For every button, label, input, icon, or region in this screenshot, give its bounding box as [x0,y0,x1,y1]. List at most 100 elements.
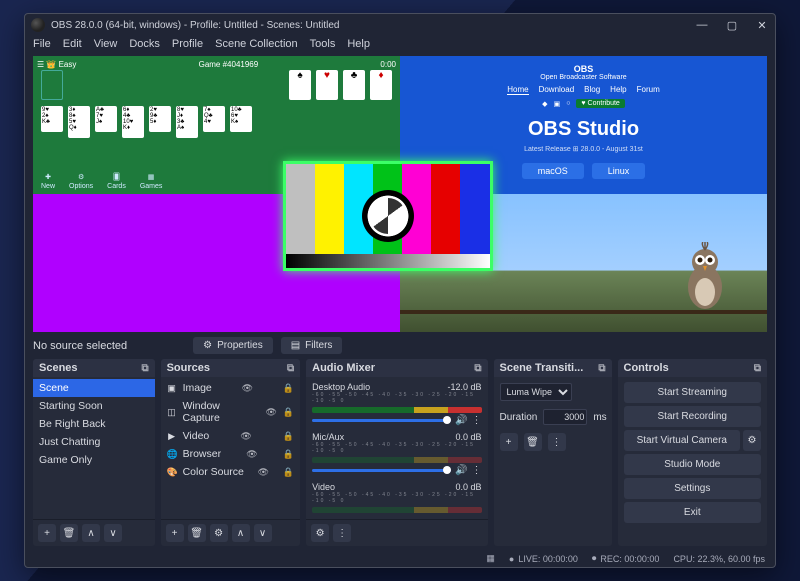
mixer-track: Mic/Aux0.0 dB -60 -55 -50 -45 -40 -35 -3… [306,429,487,479]
lock-icon[interactable]: 🔒 [283,431,294,442]
source-down-button[interactable]: ∨ [254,524,272,542]
scenes-title: Scenes [39,362,78,374]
sources-title: Sources [167,362,210,374]
filters-icon: ▤ [291,340,300,351]
controls-title: Controls [624,362,669,374]
menu-view[interactable]: View [94,38,118,50]
menu-file[interactable]: File [33,38,51,50]
properties-button[interactable]: ⚙Properties [193,337,273,354]
scene-item[interactable]: Starting Soon [33,397,155,415]
transitions-panel: Scene Transiti...⧉ Luma Wipe Durationms … [494,359,612,546]
audio-meter [312,507,481,513]
visibility-icon[interactable]: 👁 [265,407,276,418]
audio-meter [312,457,481,463]
source-item[interactable]: ◫Window Capture👁🔒 [161,397,301,427]
duration-input[interactable] [543,409,587,425]
gear-icon: ⚙ [203,340,212,351]
settings-button[interactable]: Settings [624,478,762,499]
status-bar: ▦ ● LIVE: 00:00:00 ⏺ REC: 00:00:00 CPU: … [25,550,775,567]
lock-icon[interactable]: 🔒 [283,407,294,418]
obs-app-icon [31,18,45,32]
track-menu-icon[interactable]: ⋮ [472,465,482,476]
popout-icon[interactable]: ⧉ [287,363,294,374]
mixer-track: Desktop Audio-12.0 dB -60 -55 -50 -45 -4… [306,379,487,429]
transition-select[interactable]: Luma Wipe [500,383,572,401]
popout-icon[interactable]: ⧉ [141,363,148,374]
menu-scene-collection[interactable]: Scene Collection [215,38,298,50]
delete-transition-button[interactable]: 🗑 [524,433,542,451]
menubar: File Edit View Docks Profile Scene Colle… [25,36,775,56]
window-title: OBS 28.0.0 (64-bit, windows) - Profile: … [51,20,339,31]
window-icon: ◫ [167,407,177,418]
mixer-settings-button[interactable]: ⚙ [311,524,329,542]
menu-profile[interactable]: Profile [172,38,203,50]
add-scene-button[interactable]: + [38,524,56,542]
visibility-icon[interactable]: 👁 [240,431,251,442]
source-up-button[interactable]: ∧ [232,524,250,542]
window-buttons: — ▢ ✕ [695,19,769,32]
menu-docks[interactable]: Docks [129,38,160,50]
minimize-button[interactable]: — [695,19,709,32]
status-rec: ⏺ REC: 00:00:00 [592,553,660,564]
obs-logo-icon [362,190,414,242]
volume-slider[interactable] [312,419,451,422]
delete-scene-button[interactable]: 🗑 [60,524,78,542]
add-source-button[interactable]: + [166,524,184,542]
lock-icon[interactable]: 🔒 [283,449,294,460]
start-streaming-button[interactable]: Start Streaming [624,382,762,403]
add-transition-button[interactable]: + [500,433,518,451]
source-item[interactable]: 🎨Color Source👁🔒 [161,463,301,481]
popout-icon[interactable]: ⧉ [474,363,481,374]
scene-item[interactable]: Be Right Back [33,415,155,433]
bird-illustration [675,242,735,312]
status-live: ● LIVE: 00:00:00 [509,554,578,564]
popout-icon[interactable]: ⧉ [598,363,605,374]
track-menu-icon[interactable]: ⋮ [472,415,482,426]
scene-item[interactable]: Game Only [33,451,155,469]
preview-color-bars [283,161,493,271]
close-button[interactable]: ✕ [755,19,769,32]
preview-canvas[interactable]: ☰ 👑 Easy Game #4041969 0:00 ♠ ♥ ♣ ♦ 9♥2♠… [33,56,767,332]
docks: Scenes ⧉ Scene Starting Soon Be Right Bac… [25,359,775,550]
source-item[interactable]: ▣Image👁🔒 [161,379,301,397]
maximize-button[interactable]: ▢ [725,19,739,32]
duration-label: Duration [500,412,538,423]
speaker-icon[interactable]: 🔊 [455,465,467,476]
visibility-icon[interactable]: 👁 [242,383,253,394]
start-recording-button[interactable]: Start Recording [624,406,762,427]
speaker-icon[interactable]: 🔊 [455,415,467,426]
filters-button[interactable]: ▤Filters [281,337,343,354]
sources-panel: Sources⧉ ▣Image👁🔒 ◫Window Capture👁🔒 ▶Vid… [161,359,301,546]
status-network-icon: ▦ [486,553,495,564]
no-source-label: No source selected [33,340,127,352]
palette-icon: 🎨 [167,467,177,478]
menu-edit[interactable]: Edit [63,38,82,50]
source-item[interactable]: ▶Video👁🔒 [161,427,301,445]
lock-icon[interactable]: 🔒 [283,383,294,394]
source-item[interactable]: 🌐Browser👁🔒 [161,445,301,463]
visibility-icon[interactable]: 👁 [258,467,269,478]
scene-down-button[interactable]: ∨ [104,524,122,542]
lock-icon[interactable]: 🔒 [283,467,294,478]
mixer-menu-button[interactable]: ⋮ [333,524,351,542]
studio-mode-button[interactable]: Studio Mode [624,454,762,475]
app-window: OBS 28.0.0 (64-bit, windows) - Profile: … [24,13,776,568]
scene-item[interactable]: Just Chatting [33,433,155,451]
visibility-icon[interactable]: 👁 [246,449,257,460]
controls-panel: Controls ⧉ Start Streaming Start Recordin… [618,359,768,546]
start-virtual-camera-button[interactable]: Start Virtual Camera [624,430,741,451]
virtual-camera-settings-button[interactable]: ⚙ [743,430,761,451]
transition-menu-button[interactable]: ⋮ [548,433,566,451]
audio-mixer-panel: Audio Mixer⧉ Desktop Audio-12.0 dB -60 -… [306,359,487,546]
menu-help[interactable]: Help [347,38,370,50]
titlebar: OBS 28.0.0 (64-bit, windows) - Profile: … [25,14,775,36]
source-properties-button[interactable]: ⚙ [210,524,228,542]
popout-icon[interactable]: ⧉ [754,363,761,374]
volume-slider[interactable] [312,469,451,472]
menu-tools[interactable]: Tools [310,38,336,50]
scene-item[interactable]: Scene [33,379,155,397]
delete-source-button[interactable]: 🗑 [188,524,206,542]
globe-icon: 🌐 [167,449,177,460]
exit-button[interactable]: Exit [624,502,762,523]
scene-up-button[interactable]: ∧ [82,524,100,542]
